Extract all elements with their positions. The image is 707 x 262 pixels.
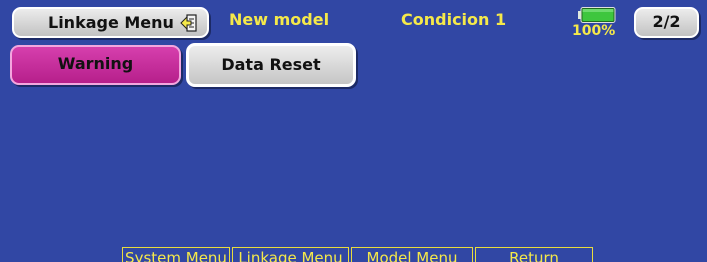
warning-button[interactable]: Warning <box>10 45 181 85</box>
nav-model-menu[interactable]: Model Menu <box>351 247 473 262</box>
page-indicator-label: 2/2 <box>652 12 681 31</box>
data-reset-button-label: Data Reset <box>221 55 321 74</box>
nav-linkage-menu[interactable]: Linkage Menu <box>232 247 349 262</box>
warning-button-label: Warning <box>57 54 134 73</box>
page-indicator-button[interactable]: 2/2 <box>634 7 699 38</box>
back-arrow-icon <box>180 14 197 32</box>
condition-name: Condicion 1 <box>401 10 507 29</box>
transmitter-screen: Linkage Menu New model Condicion 1 100% … <box>0 0 707 262</box>
menu-title-label: Linkage Menu <box>48 13 174 32</box>
bottom-nav-bar: System Menu Linkage Menu Model Menu Retu… <box>122 247 595 262</box>
model-name: New model <box>229 10 330 29</box>
menu-title-button[interactable]: Linkage Menu <box>12 7 209 38</box>
nav-system-menu[interactable]: System Menu <box>122 247 230 262</box>
nav-return[interactable]: Return <box>475 247 593 262</box>
battery-percent: 100% <box>572 23 616 39</box>
battery-icon <box>578 7 616 23</box>
data-reset-button[interactable]: Data Reset <box>186 43 356 87</box>
